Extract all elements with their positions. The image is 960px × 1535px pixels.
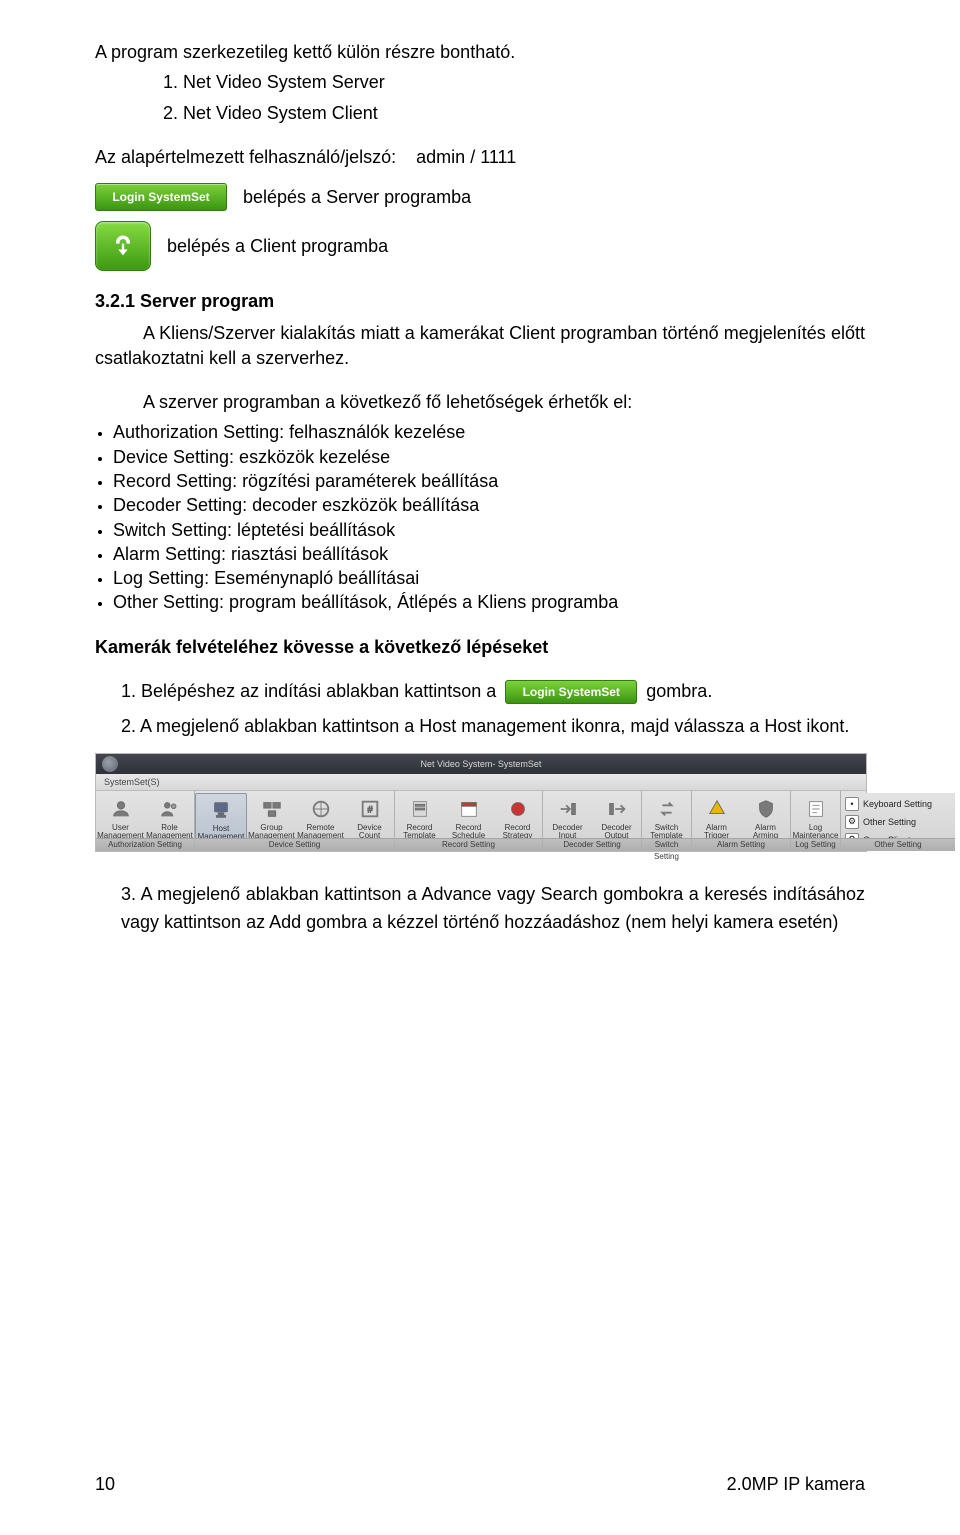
feature-item: Device Setting: eszközök kezelése [113, 445, 865, 469]
feature-item: Authorization Setting: felhasználók keze… [113, 420, 865, 444]
toolbar-section-label: Device Setting [195, 838, 394, 851]
side-item-icon: ⚙ [845, 815, 859, 829]
step-1-text-a: 1. Belépéshez az indítási ablakban katti… [121, 681, 496, 701]
list-item-1: 1. Net Video System Server [95, 70, 865, 94]
page-number: 10 [95, 1474, 115, 1495]
record-strategy-icon [505, 796, 531, 822]
feature-item: Record Setting: rögzítési paraméterek be… [113, 469, 865, 493]
feature-item: Switch Setting: léptetési beállítások [113, 518, 865, 542]
paragraph-1: A Kliens/Szerver kialakítás miatt a kame… [95, 321, 865, 370]
toolbar-decoder-input[interactable]: DecoderInput [543, 793, 592, 841]
toolbar-alarm-trigger[interactable]: AlarmTrigger [692, 793, 741, 841]
toolbar-record-template[interactable]: RecordTemplate [395, 793, 444, 841]
remote-management-icon [308, 796, 334, 822]
toolbar-host-management[interactable]: HostManagement [195, 793, 247, 843]
client-download-icon[interactable] [95, 221, 151, 271]
host-management-icon [208, 797, 234, 823]
paragraph-2: A szerver programban a következő fő lehe… [95, 390, 865, 414]
toolbar-group-other: •Keyboard Setting⚙Other Setting⚙Open Cli… [841, 791, 955, 851]
toolbar-record-schedule[interactable]: RecordSchedule [444, 793, 493, 841]
toolbar-record-strategy[interactable]: RecordStrategy [493, 793, 542, 841]
toolbar-side-item[interactable]: ⚙Other Setting [845, 813, 955, 831]
step-3: 3. A megjelenő ablakban kattintson a Adv… [121, 880, 865, 938]
window-title: Net Video System- SystemSet [421, 759, 542, 769]
user-management-icon [108, 796, 134, 822]
toolbar-log-maintenance[interactable]: LogMaintenance [791, 793, 840, 841]
server-login-caption: belépés a Server programba [243, 187, 471, 208]
login-systemset-inline-button[interactable]: Login SystemSet [505, 680, 637, 704]
default-credentials: Az alapértelmezett felhasználó/jelszó: a… [95, 145, 865, 169]
toolbar-group: LogMaintenanceLog Setting [791, 791, 841, 851]
steps-heading: Kamerák felvételéhez kövesse a következő… [95, 635, 865, 659]
toolbar-device-count[interactable]: #DeviceCount [345, 793, 394, 841]
feature-item: Log Setting: Eseménynapló beállításai [113, 566, 865, 590]
menu-bar[interactable]: SystemSet(S) [96, 774, 866, 791]
decoder-input-icon [555, 796, 581, 822]
toolbar-decoder-output[interactable]: DecoderOutput [592, 793, 641, 841]
systemset-toolbar-screenshot: Net Video System- SystemSet SystemSet(S)… [95, 753, 867, 852]
feature-item: Other Setting: program beállítások, Átlé… [113, 590, 865, 614]
feature-list: Authorization Setting: felhasználók keze… [113, 420, 865, 614]
document-page: A program szerkezetileg kettő külön rész… [0, 0, 960, 1535]
record-template-icon [407, 796, 433, 822]
intro-line: A program szerkezetileg kettő külön rész… [95, 40, 865, 64]
login-systemset-button[interactable]: Login SystemSet [95, 183, 227, 211]
toolbar-group: AlarmTriggerAlarmArmingAlarm Setting [692, 791, 791, 851]
device-count-icon: # [357, 796, 383, 822]
toolbar-group: HostManagementGroupManagementRemoteManag… [195, 791, 395, 851]
toolbar-user-management[interactable]: UserManagement [96, 793, 145, 841]
page-footer: 10 2.0MP IP kamera [0, 1474, 960, 1495]
log-maintenance-icon [803, 796, 829, 822]
toolbar-group: RecordTemplateRecordScheduleRecordStrate… [395, 791, 543, 851]
toolbar-group: UserManagementRoleManagementAuthorizatio… [96, 791, 195, 851]
toolbar-group: DecoderInputDecoderOutputDecoder Setting [543, 791, 642, 851]
group-management-icon [259, 796, 285, 822]
toolbar-role-management[interactable]: RoleManagement [145, 793, 194, 841]
footer-title: 2.0MP IP kamera [727, 1474, 865, 1495]
toolbar-titlebar: Net Video System- SystemSet [96, 754, 866, 774]
toolbar-group-management[interactable]: GroupManagement [247, 793, 296, 841]
toolbar-section-label: Switch Setting [642, 838, 691, 851]
decoder-output-icon [604, 796, 630, 822]
step-1-text-b: gombra. [646, 681, 712, 701]
toolbar-group: SwitchTemplateSwitch Setting [642, 791, 692, 851]
toolbar-section-label: Decoder Setting [543, 838, 641, 851]
switch-template-icon [654, 796, 680, 822]
record-schedule-icon [456, 796, 482, 822]
toolbar-remote-management[interactable]: RemoteManagement [296, 793, 345, 841]
toolbar-section-label: Log Setting [791, 838, 840, 851]
toolbar-section-label: Record Setting [395, 838, 542, 851]
toolbar-switch-template[interactable]: SwitchTemplate [642, 793, 691, 841]
feature-item: Decoder Setting: decoder eszközök beállí… [113, 493, 865, 517]
side-item-icon: • [845, 797, 859, 811]
role-management-icon [157, 796, 183, 822]
toolbar-side-item[interactable]: •Keyboard Setting [845, 795, 955, 813]
toolbar-section-label: Other Setting [841, 838, 955, 851]
feature-item: Alarm Setting: riasztási beállítások [113, 542, 865, 566]
section-heading: 3.2.1 Server program [95, 289, 865, 313]
toolbar-section-label: Alarm Setting [692, 838, 790, 851]
step-1: 1. Belépéshez az indítási ablakban katti… [121, 677, 865, 706]
toolbar-alarm-arming[interactable]: AlarmArming [741, 793, 790, 841]
alarm-trigger-icon [704, 796, 730, 822]
app-logo-icon [102, 756, 118, 772]
svg-text:#: # [367, 804, 373, 814]
alarm-arming-icon [753, 796, 779, 822]
step-2: 2. A megjelenő ablakban kattintson a Hos… [121, 712, 865, 741]
client-login-caption: belépés a Client programba [167, 236, 388, 257]
toolbar-section-label: Authorization Setting [96, 838, 194, 851]
list-item-2: 2. Net Video System Client [95, 101, 865, 125]
